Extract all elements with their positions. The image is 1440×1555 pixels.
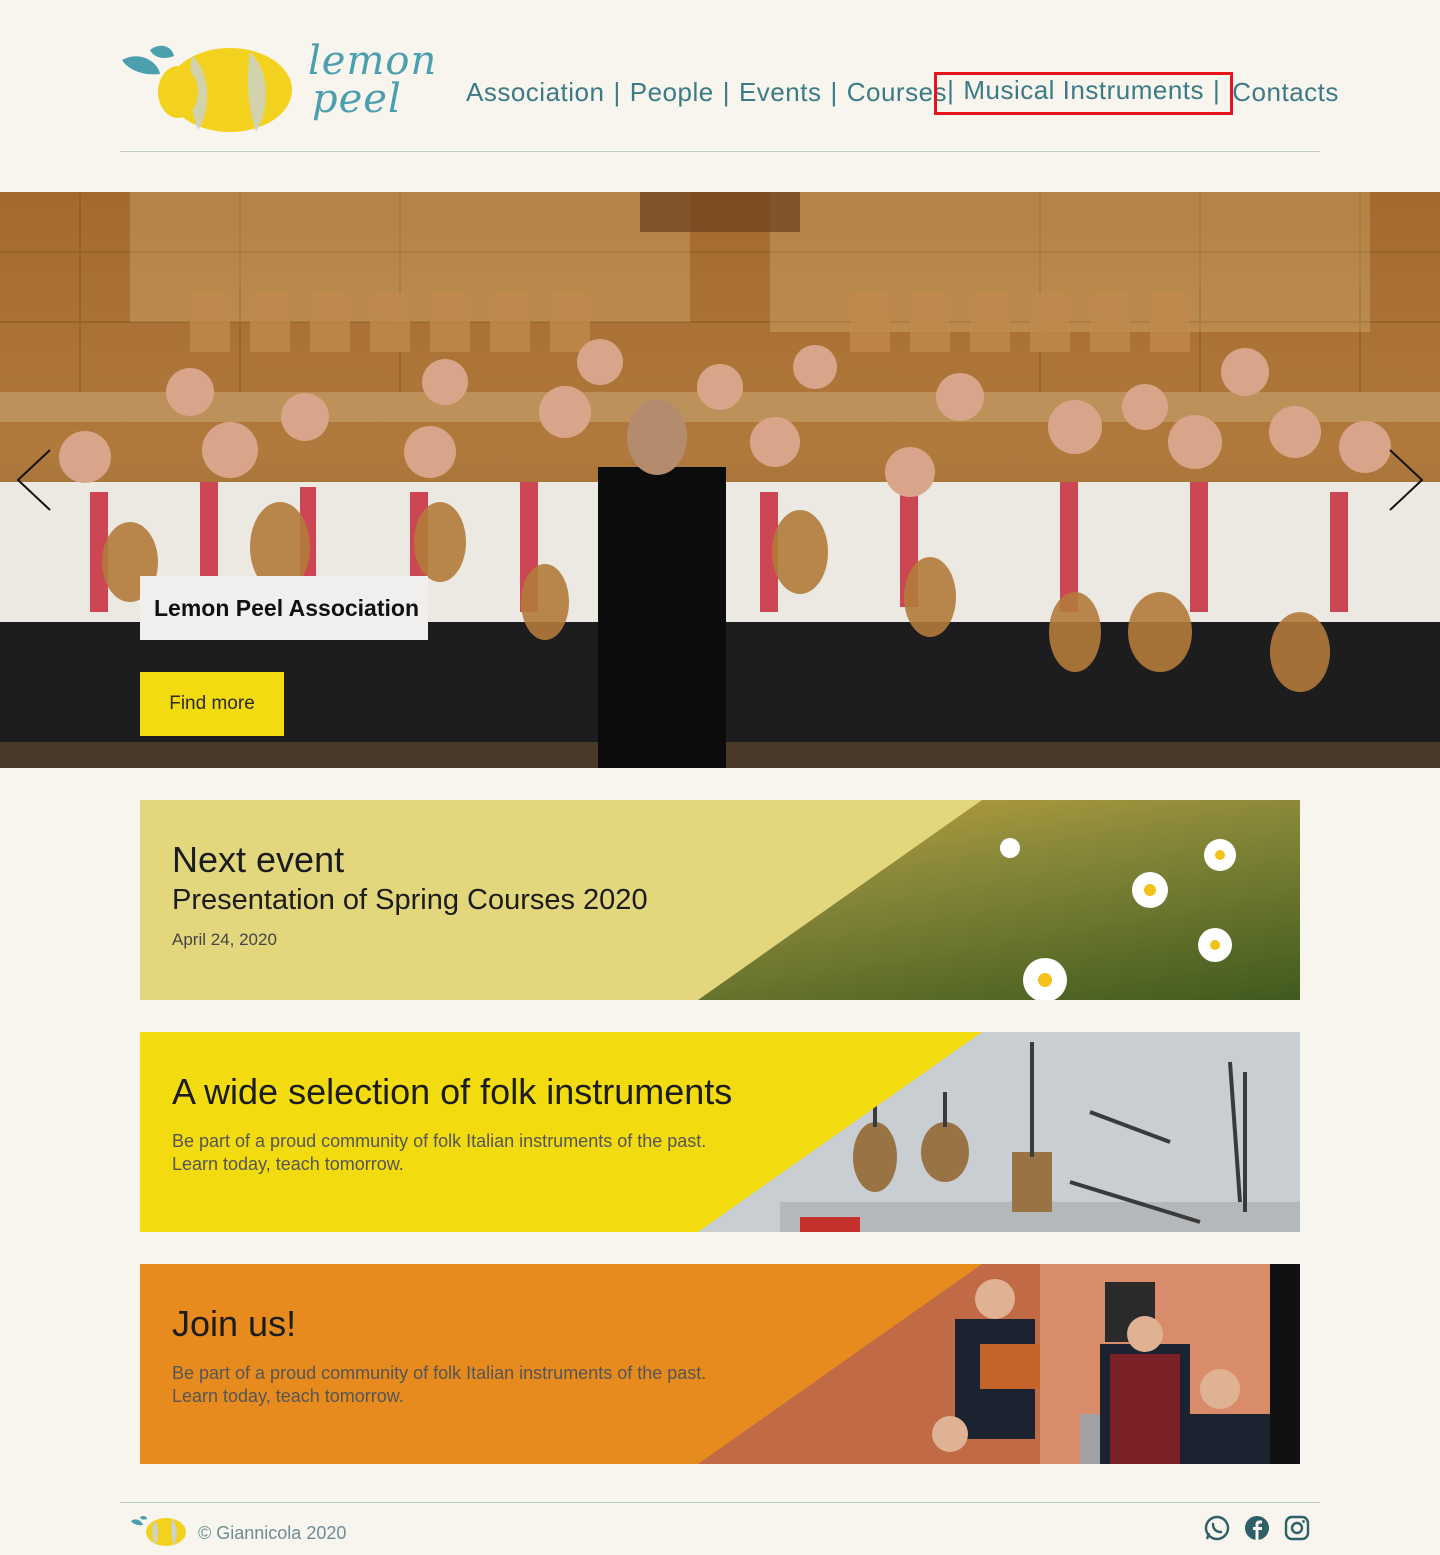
- hero-next-button[interactable]: [1386, 448, 1426, 512]
- nav-association[interactable]: Association: [466, 77, 604, 108]
- site-header: lemon peel Association | People | Events…: [120, 0, 1338, 152]
- nav-people[interactable]: People: [630, 77, 714, 108]
- card-subtitle: Presentation of Spring Courses 2020: [172, 884, 648, 916]
- event-date: April 24, 2020: [172, 930, 277, 949]
- social-links: [1204, 1515, 1310, 1541]
- nav-musical-instruments[interactable]: Musical Instruments: [963, 75, 1204, 105]
- lemon-logo-icon: [122, 45, 292, 132]
- logo-wordmark: lemon peel: [308, 38, 438, 122]
- card-description-line2: Learn today, teach tomorrow.: [172, 1386, 404, 1406]
- nav-courses[interactable]: Courses: [847, 77, 947, 108]
- card-description: Be part of a proud community of folk Ita…: [172, 1362, 706, 1408]
- facebook-icon[interactable]: [1244, 1515, 1270, 1541]
- nav-highlight-box: | Musical Instruments |: [934, 71, 1234, 115]
- card-description: Be part of a proud community of folk Ita…: [172, 1130, 732, 1176]
- hero-slider: Lemon Peel Association Find more: [0, 192, 1440, 768]
- copyright-text: © Giannicola 2020: [198, 1523, 347, 1543]
- site-footer: © Giannicola 2020: [120, 1502, 1320, 1555]
- card-title: Next event: [172, 839, 345, 880]
- nav-events[interactable]: Events: [739, 77, 822, 108]
- card-join-us[interactable]: Join us! Be part of a proud community of…: [140, 1264, 1300, 1464]
- nav-separator: |: [722, 76, 730, 107]
- site-logo[interactable]: lemon peel: [120, 40, 436, 140]
- nav-separator: |: [613, 76, 621, 107]
- main-nav: Association | People | Events | Courses …: [466, 71, 1339, 115]
- card-description-line1: Be part of a proud community of folk Ita…: [172, 1131, 707, 1151]
- card-instruments[interactable]: A wide selection of folk instruments Be …: [140, 1032, 1300, 1232]
- nav-separator: |: [1213, 74, 1221, 105]
- hero-prev-button[interactable]: [14, 448, 54, 512]
- nav-separator: |: [830, 76, 838, 107]
- card-description-line2: Learn today, teach tomorrow.: [172, 1154, 404, 1174]
- chevron-left-icon: [16, 449, 51, 511]
- chevron-right-icon: [1389, 449, 1424, 511]
- logo-word-lemon: lemon: [308, 38, 438, 84]
- card-text: Next event Presentation of Spring Course…: [172, 840, 648, 950]
- logo-word-peel: peel: [312, 76, 402, 122]
- card-text: A wide selection of folk instruments Be …: [172, 1072, 732, 1176]
- nav-contacts[interactable]: Contacts: [1232, 77, 1339, 108]
- card-next-event[interactable]: Next event Presentation of Spring Course…: [140, 800, 1300, 1000]
- find-more-button[interactable]: Find more: [140, 672, 284, 736]
- footer-logo-icon: [131, 1515, 186, 1546]
- hero-caption: Lemon Peel Association: [140, 576, 428, 640]
- card-text: Join us! Be part of a proud community of…: [172, 1304, 706, 1408]
- instagram-icon[interactable]: [1284, 1515, 1310, 1541]
- card-title: Join us!: [172, 1303, 297, 1344]
- whatsapp-icon[interactable]: [1204, 1515, 1230, 1541]
- card-title: A wide selection of folk instruments: [172, 1071, 733, 1112]
- nav-separator: |: [947, 74, 955, 105]
- card-description-line1: Be part of a proud community of folk Ita…: [172, 1363, 707, 1383]
